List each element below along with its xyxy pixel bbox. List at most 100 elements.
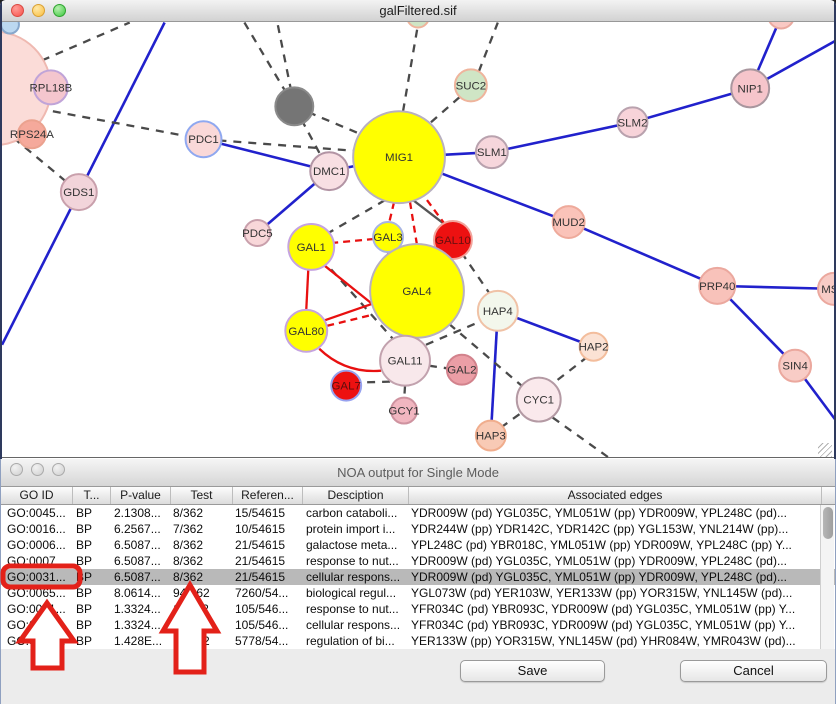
- graph-node-label: MSN: [821, 284, 834, 296]
- graph-node-SLM1[interactable]: SLM1: [476, 136, 508, 168]
- cell-test: 7/362: [173, 521, 231, 537]
- cell-type: BP: [76, 521, 110, 537]
- graph-edge-blue[interactable]: [569, 222, 718, 286]
- cancel-button[interactable]: Cancel: [680, 660, 827, 682]
- table-row[interactable]: GO:0006...BP6.5087...8/36221/54615galact…: [1, 537, 835, 553]
- graph-edge-dashed[interactable]: [403, 25, 418, 112]
- graph-node-label: MUD2: [552, 217, 585, 229]
- graph-node-SUC2[interactable]: SUC2: [455, 69, 487, 101]
- graph-edge-red-dashed[interactable]: [389, 202, 394, 223]
- graph-edge-red[interactable]: [323, 303, 375, 321]
- resize-grip[interactable]: [818, 443, 832, 457]
- table-row[interactable]: GO:0016...BP6.2567...7/36210/54615protei…: [1, 521, 835, 537]
- graph-node-topleft-partial[interactable]: [2, 22, 19, 33]
- table-row-selected[interactable]: GO:0031...BP6.5087...8/36221/54615cellul…: [1, 569, 835, 585]
- cell-description: carbon cataboli...: [306, 505, 407, 521]
- graph-node-top-pink-partial[interactable]: [768, 22, 794, 29]
- column-header-referen-[interactable]: Referen...: [233, 487, 303, 504]
- cell-edges: YPL248C (pd) YBR018C, YML051W (pp) YDR00…: [411, 537, 821, 553]
- graph-edge-red-dashed[interactable]: [410, 202, 417, 245]
- graph-node-GAL80[interactable]: GAL80: [285, 310, 327, 352]
- graph-node-GAL7[interactable]: GAL7: [331, 371, 361, 401]
- graph-node-GAL11[interactable]: GAL11: [380, 336, 430, 386]
- graph-edge-red-dashed[interactable]: [331, 239, 374, 243]
- graph-node-GAL2[interactable]: GAL2: [447, 355, 477, 385]
- zoom-button[interactable]: [52, 463, 65, 476]
- cell-reference: 15/54615: [235, 505, 301, 521]
- table-row[interactable]: GO:0031...BP1.3324...11/362105/546...cel…: [1, 617, 835, 633]
- table-row[interactable]: GO:0050...BP1.428E...80/3625778/54...reg…: [1, 633, 835, 649]
- graph-node-gray-node[interactable]: [275, 87, 313, 125]
- graph-node-top-green-partial[interactable]: [407, 22, 429, 28]
- graph-node-MUD2[interactable]: MUD2: [552, 206, 585, 238]
- minimize-button[interactable]: [32, 4, 45, 17]
- column-header-desciption[interactable]: Desciption: [303, 487, 409, 504]
- graph-node-SIN4[interactable]: SIN4: [779, 350, 811, 382]
- graph-node-label: NIP1: [737, 83, 762, 95]
- graph-edge-red[interactable]: [321, 263, 377, 308]
- save-button[interactable]: Save: [460, 660, 605, 682]
- graph-node-DMC1[interactable]: DMC1: [310, 152, 348, 190]
- graph-node-HAP4[interactable]: HAP4: [478, 291, 518, 331]
- cell-reference: 21/54615: [235, 553, 301, 569]
- graph-edge-dashed[interactable]: [501, 413, 522, 428]
- cell-go_id: GO:0045...: [7, 505, 73, 521]
- graph-node-label: GCY1: [388, 406, 419, 418]
- cell-go_id: GO:0065...: [7, 585, 73, 601]
- table-row[interactable]: GO:0045...BP2.1308...8/36215/54615carbon…: [1, 505, 835, 521]
- table-row[interactable]: GO:0031...BP1.3324...11/362105/546...res…: [1, 601, 835, 617]
- graph-edge-dashed[interactable]: [479, 23, 498, 72]
- graph-window-titlebar[interactable]: galFiltered.sif: [2, 0, 834, 22]
- graph-node-label: GAL7: [332, 381, 361, 393]
- noa-window-titlebar[interactable]: NOA output for Single Mode: [1, 459, 835, 487]
- scrollbar-thumb[interactable]: [823, 507, 833, 539]
- graph-edge-dashed[interactable]: [553, 357, 588, 384]
- graph-node-label: HAP4: [483, 306, 514, 318]
- vertical-scrollbar[interactable]: [820, 505, 834, 649]
- graph-node-NIP1[interactable]: NIP1: [731, 69, 769, 107]
- column-header-t-[interactable]: T...: [73, 487, 111, 504]
- traffic-lights: [11, 4, 66, 17]
- graph-node-label: GAL3: [373, 232, 402, 244]
- cell-edges: YGL073W (pd) YER103W, YER133W (pp) YOR31…: [411, 585, 821, 601]
- table-row[interactable]: GO:0065...BP8.0614...94/3627260/54...bio…: [1, 585, 835, 601]
- graph-edge-red[interactable]: [319, 349, 381, 371]
- graph-edge-blue[interactable]: [492, 122, 633, 152]
- network-svg: RPL18BRPS24AGDS1PDC1DMC1SUC2MIG1SLM1SLM2…: [2, 22, 834, 458]
- graph-node-GDS1[interactable]: GDS1: [61, 174, 97, 210]
- column-header-associated-edges[interactable]: Associated edges: [409, 487, 822, 504]
- close-button[interactable]: [10, 463, 23, 476]
- graph-node-MIG1[interactable]: MIG1: [353, 111, 445, 203]
- zoom-button[interactable]: [53, 4, 66, 17]
- cell-description: regulation of bi...: [306, 633, 407, 649]
- graph-node-GAL1[interactable]: GAL1: [288, 224, 334, 270]
- column-header-test[interactable]: Test: [171, 487, 233, 504]
- graph-node-CYC1[interactable]: CYC1: [517, 378, 561, 422]
- graph-node-PDC1[interactable]: PDC1: [186, 121, 222, 157]
- cell-test: 8/362: [173, 569, 231, 585]
- graph-edge-red[interactable]: [306, 270, 308, 310]
- graph-node-HAP2[interactable]: HAP2: [579, 333, 609, 361]
- graph-edge-dashed[interactable]: [431, 93, 464, 122]
- graph-node-SLM2[interactable]: SLM2: [618, 107, 648, 137]
- table-row[interactable]: GO:0007...BP6.5087...8/36221/54615respon…: [1, 553, 835, 569]
- cell-p_value: 8.0614...: [114, 585, 171, 601]
- graph-node-label: GAL1: [297, 242, 326, 254]
- graph-node-HAP3[interactable]: HAP3: [476, 421, 506, 451]
- column-header-go-id[interactable]: GO ID: [1, 487, 73, 504]
- cell-type: BP: [76, 601, 110, 617]
- column-header-p-value[interactable]: P-value: [111, 487, 171, 504]
- cell-reference: 21/54615: [235, 569, 301, 585]
- minimize-button[interactable]: [31, 463, 44, 476]
- cell-test: 11/362: [173, 601, 231, 617]
- close-button[interactable]: [11, 4, 24, 17]
- graph-node-PRP40[interactable]: PRP40: [699, 268, 735, 304]
- graph-edge-dashed[interactable]: [553, 418, 609, 458]
- graph-node-MSN[interactable]: MSN: [818, 273, 834, 305]
- graph-node-GAL4[interactable]: GAL4: [370, 244, 464, 338]
- network-canvas[interactable]: RPL18BRPS24AGDS1PDC1DMC1SUC2MIG1SLM1SLM2…: [2, 22, 834, 458]
- graph-node-GCY1[interactable]: GCY1: [388, 398, 419, 424]
- cell-type: BP: [76, 617, 110, 633]
- graph-edge-dashed[interactable]: [42, 23, 130, 61]
- cell-test: 80/362: [173, 633, 231, 649]
